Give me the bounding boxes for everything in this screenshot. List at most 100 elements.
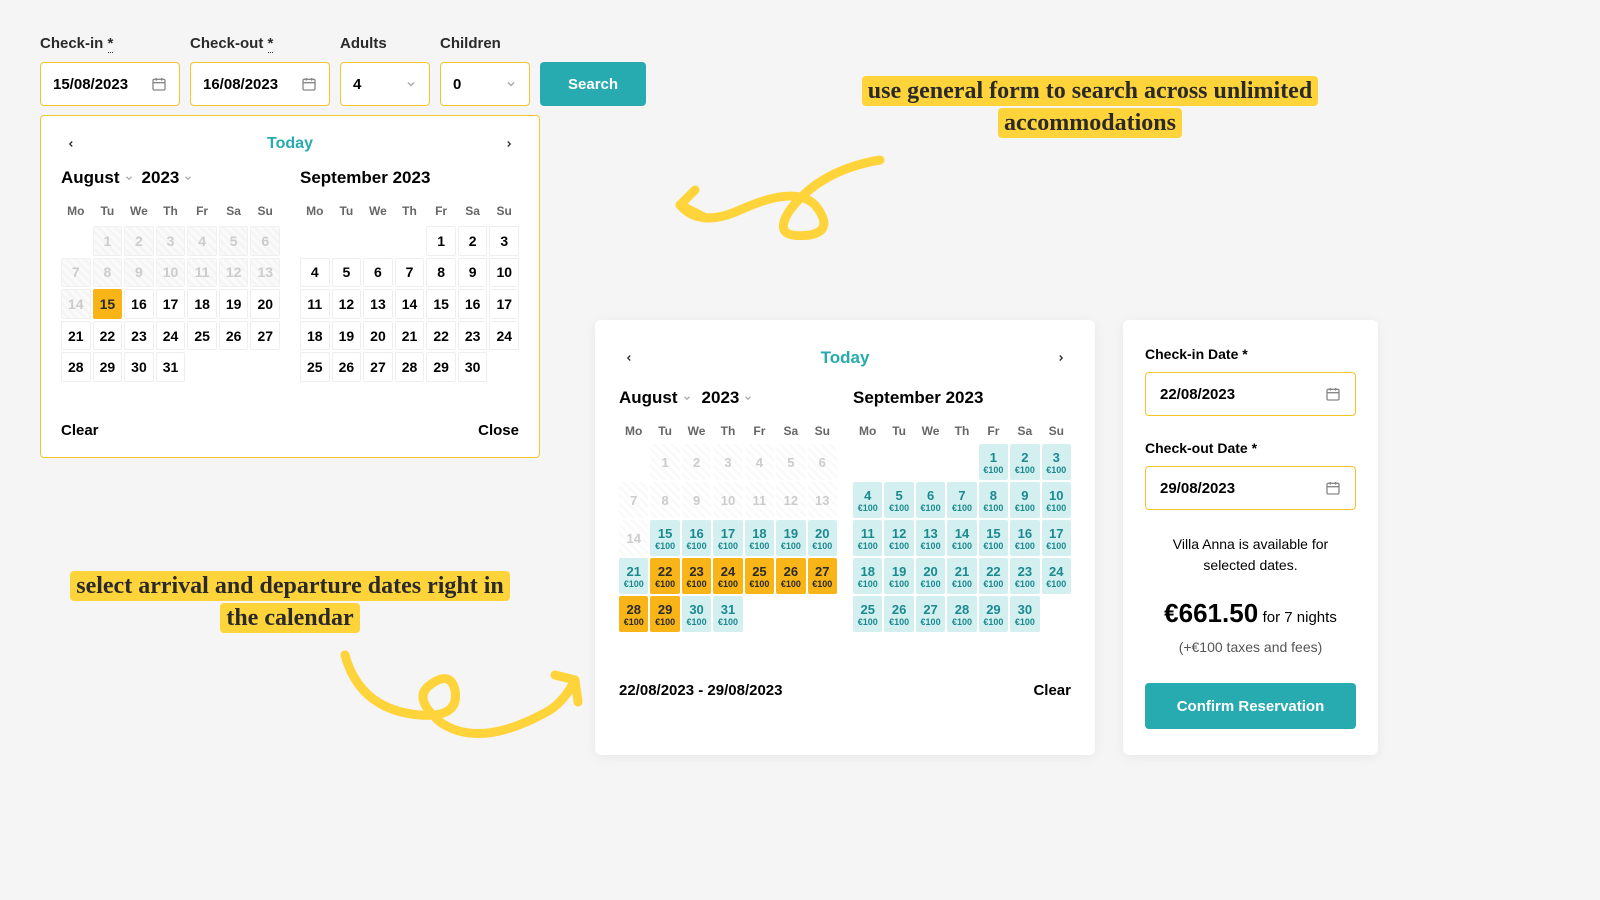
calendar-day[interactable]: 9€100 [1010,482,1039,518]
calendar-day[interactable]: 20€100 [808,520,837,556]
calendar-day[interactable]: 30 [124,352,154,382]
calendar-day[interactable]: 6 [363,258,393,288]
calendar-day[interactable]: 15 [426,289,456,319]
calendar-day[interactable]: 19 [332,321,362,351]
calendar-day[interactable]: 13 [363,289,393,319]
calendar-day[interactable]: 10 [489,258,519,288]
calendar-day[interactable]: 3 [489,226,519,256]
calendar-day[interactable]: 16€100 [1010,520,1039,556]
calendar-day[interactable]: 31€100 [713,596,742,632]
calendar-day[interactable]: 2€100 [1010,444,1039,480]
month-select[interactable]: August [61,168,134,188]
checkin-date-input[interactable]: 22/08/2023 [1145,372,1356,416]
calendar-day[interactable]: 21 [395,321,425,351]
calendar-day[interactable]: 7 [395,258,425,288]
calendar-day[interactable]: 17€100 [1042,520,1071,556]
calendar-day[interactable]: 26€100 [776,558,805,594]
calendar-day[interactable]: 4€100 [853,482,882,518]
calendar-day[interactable]: 16€100 [682,520,711,556]
next-month-button[interactable] [499,134,519,154]
calendar-day[interactable]: 21€100 [619,558,648,594]
calendar-day[interactable]: 24€100 [713,558,742,594]
calendar-day[interactable]: 21 [61,321,91,351]
calendar-day[interactable]: 15 [93,289,123,319]
calendar-day[interactable]: 24 [489,321,519,351]
calendar-day[interactable]: 26€100 [884,596,913,632]
calendar-day[interactable]: 22 [93,321,123,351]
calendar-day[interactable]: 20 [363,321,393,351]
calendar-day[interactable]: 27 [363,352,393,382]
calendar-day[interactable]: 6€100 [916,482,945,518]
calendar-day[interactable]: 4 [300,258,330,288]
calendar-day[interactable]: 25€100 [745,558,774,594]
calendar-day[interactable]: 30 [458,352,488,382]
calendar-day[interactable]: 14 [395,289,425,319]
calendar-day[interactable]: 20 [250,289,280,319]
calendar-day[interactable]: 7€100 [947,482,976,518]
checkin-input[interactable]: 15/08/2023 [40,62,180,106]
calendar-day[interactable]: 27€100 [808,558,837,594]
confirm-reservation-button[interactable]: Confirm Reservation [1145,683,1356,729]
calendar-day[interactable]: 28€100 [619,596,648,632]
calendar-day[interactable]: 10€100 [1042,482,1071,518]
calendar-day[interactable]: 25 [187,321,217,351]
calendar-day[interactable]: 28€100 [947,596,976,632]
calendar-day[interactable]: 3€100 [1042,444,1071,480]
calendar-day[interactable]: 8 [426,258,456,288]
calendar-day[interactable]: 22€100 [979,558,1008,594]
calendar-day[interactable]: 5 [332,258,362,288]
today-link[interactable]: Today [821,348,870,368]
calendar-day[interactable]: 15€100 [650,520,679,556]
prev-month-button[interactable] [619,348,639,368]
calendar-day[interactable]: 24 [156,321,186,351]
calendar-day[interactable]: 30€100 [682,596,711,632]
calendar-day[interactable]: 16 [124,289,154,319]
calendar-day[interactable]: 21€100 [947,558,976,594]
calendar-day[interactable]: 29 [93,352,123,382]
calendar-day[interactable]: 5€100 [884,482,913,518]
year-select[interactable]: 2023 [142,168,194,188]
calendar-day[interactable]: 19€100 [776,520,805,556]
calendar-day[interactable]: 23€100 [1010,558,1039,594]
calendar-day[interactable]: 18 [187,289,217,319]
calendar-day[interactable]: 26 [332,352,362,382]
calendar-day[interactable]: 19 [219,289,249,319]
search-button[interactable]: Search [540,62,646,106]
calendar-day[interactable]: 22€100 [650,558,679,594]
calendar-day[interactable]: 12 [332,289,362,319]
calendar-day[interactable]: 12€100 [884,520,913,556]
calendar-day[interactable]: 9 [458,258,488,288]
calendar-day[interactable]: 27€100 [916,596,945,632]
calendar-day[interactable]: 24€100 [1042,558,1071,594]
next-month-button[interactable] [1051,348,1071,368]
calendar-day[interactable]: 23 [458,321,488,351]
calendar-day[interactable]: 27 [250,321,280,351]
calendar-day[interactable]: 30€100 [1010,596,1039,632]
calendar-day[interactable]: 20€100 [916,558,945,594]
calendar-day[interactable]: 29€100 [650,596,679,632]
close-button[interactable]: Close [478,422,519,439]
calendar-day[interactable]: 28 [61,352,91,382]
calendar-day[interactable]: 25 [300,352,330,382]
calendar-day[interactable]: 28 [395,352,425,382]
calendar-day[interactable]: 22 [426,321,456,351]
calendar-day[interactable]: 13€100 [916,520,945,556]
calendar-day[interactable]: 25€100 [853,596,882,632]
adults-select[interactable]: 4 [340,62,430,106]
checkout-input[interactable]: 16/08/2023 [190,62,330,106]
month-select[interactable]: August [619,388,692,408]
calendar-day[interactable]: 17 [489,289,519,319]
calendar-day[interactable]: 11€100 [853,520,882,556]
calendar-day[interactable]: 19€100 [884,558,913,594]
prev-month-button[interactable] [61,134,81,154]
calendar-day[interactable]: 2 [458,226,488,256]
calendar-day[interactable]: 29 [426,352,456,382]
calendar-day[interactable]: 11 [300,289,330,319]
calendar-day[interactable]: 29€100 [979,596,1008,632]
today-link[interactable]: Today [267,135,313,153]
calendar-day[interactable]: 17€100 [713,520,742,556]
calendar-day[interactable]: 23€100 [682,558,711,594]
year-select[interactable]: 2023 [702,388,754,408]
children-select[interactable]: 0 [440,62,530,106]
clear-button[interactable]: Clear [61,422,99,439]
